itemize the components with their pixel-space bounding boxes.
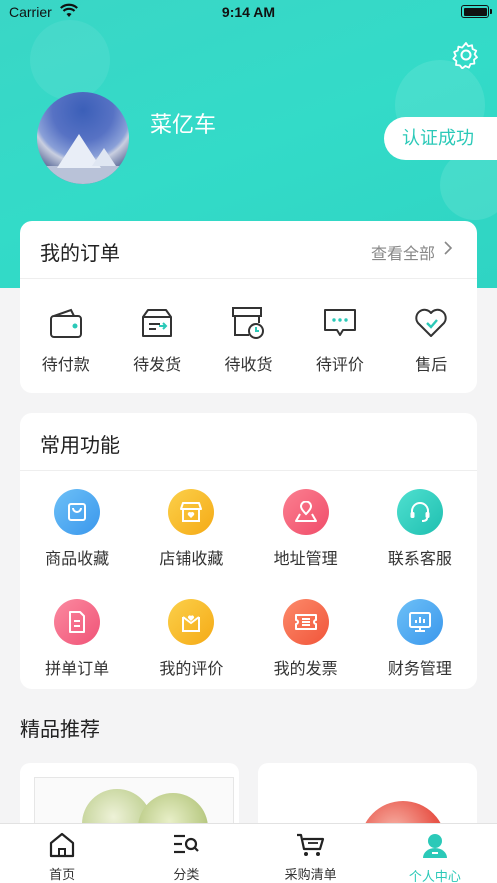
functions-card-header: 常用功能: [20, 413, 477, 471]
delivery-box-icon: [232, 307, 265, 339]
tab-profile-label: 个人中心: [408, 870, 461, 883]
category-search-icon: [174, 834, 200, 854]
func-group-orders[interactable]: 拼单订单: [20, 599, 134, 709]
order-pending-receipt[interactable]: 待收货: [203, 305, 294, 385]
func-address-management-label: 地址管理: [273, 549, 338, 568]
headset-icon: [396, 489, 443, 535]
func-product-favorites[interactable]: 商品收藏: [20, 489, 134, 599]
decor-bubble: [440, 150, 497, 220]
func-my-invoices-label: 我的发票: [273, 659, 338, 678]
battery-icon: [461, 5, 492, 18]
func-my-invoices[interactable]: 我的发票: [249, 599, 363, 709]
tab-category-label: 分类: [173, 868, 200, 883]
functions-card: 常用功能 商品收藏 店铺收藏 地址管理 联系客服 拼单订单 我的评价 我的发票 …: [20, 413, 477, 689]
func-my-reviews[interactable]: 我的评价: [134, 599, 248, 709]
functions-title: 常用功能: [40, 433, 120, 457]
tab-home-label: 首页: [49, 868, 76, 883]
order-pending-payment[interactable]: 待付款: [20, 305, 111, 385]
view-all-orders-link[interactable]: 查看全部: [371, 240, 435, 264]
monitor-icon: [396, 599, 443, 645]
avatar[interactable]: [37, 92, 129, 184]
profile-icon: [422, 834, 447, 858]
bag-icon: [54, 489, 101, 535]
home-icon: [50, 832, 75, 858]
clock: 9:14 AM: [221, 4, 276, 20]
orders-card: 我的订单 查看全部 待付款 待发货 待收货 待评价 售后: [20, 221, 477, 393]
func-finance-management[interactable]: 财务管理: [363, 599, 477, 709]
gear-icon[interactable]: [452, 41, 480, 69]
order-pending-shipment-label: 待发货: [133, 355, 182, 374]
func-store-favorites[interactable]: 店铺收藏: [134, 489, 248, 599]
func-group-orders-label: 拼单订单: [45, 659, 110, 678]
order-pending-review-label: 待评价: [315, 355, 364, 374]
decor-bubble: [30, 20, 110, 100]
order-pending-shipment[interactable]: 待发货: [111, 305, 202, 385]
order-pending-payment-label: 待付款: [41, 355, 90, 374]
cart-icon: [296, 833, 324, 856]
username: 菜亿车: [150, 113, 217, 138]
tab-category[interactable]: 分类: [124, 824, 248, 883]
chevron-right-icon[interactable]: [441, 241, 455, 255]
wallet-icon: [49, 308, 82, 338]
document-icon: [54, 599, 101, 645]
tab-purchase-list[interactable]: 采购清单: [249, 824, 373, 883]
func-finance-management-label: 财务管理: [387, 659, 452, 678]
func-customer-service[interactable]: 联系客服: [363, 489, 477, 599]
func-product-favorites-label: 商品收藏: [45, 549, 110, 568]
tab-purchase-list-label: 采购清单: [284, 868, 337, 883]
func-address-management[interactable]: 地址管理: [249, 489, 363, 599]
bottom-tab-bar: 首页 分类 采购清单 个人中心: [0, 823, 497, 883]
func-store-favorites-label: 店铺收藏: [159, 549, 224, 568]
tab-profile[interactable]: 个人中心: [373, 824, 497, 883]
store-icon: [168, 489, 215, 535]
verify-badge[interactable]: 认证成功: [384, 117, 497, 160]
orders-title: 我的订单: [40, 241, 120, 265]
func-my-reviews-label: 我的评价: [159, 659, 224, 678]
order-after-sales-label: 售后: [415, 355, 448, 374]
order-pending-review[interactable]: 待评价: [294, 305, 385, 385]
order-pending-receipt-label: 待收货: [224, 355, 273, 374]
review-icon: [168, 599, 215, 645]
recommend-title: 精品推荐: [20, 717, 100, 741]
invoice-icon: [282, 599, 329, 645]
heart-icon: [415, 308, 447, 337]
tab-home[interactable]: 首页: [0, 824, 124, 883]
box-icon: [142, 309, 173, 337]
func-customer-service-label: 联系客服: [387, 549, 452, 568]
map-icon: [282, 489, 329, 535]
order-after-sales[interactable]: 售后: [386, 305, 477, 385]
status-bar: Carrier 9:14 AM: [0, 0, 497, 26]
orders-card-header: 我的订单 查看全部: [20, 221, 477, 279]
comment-icon: [323, 309, 356, 336]
